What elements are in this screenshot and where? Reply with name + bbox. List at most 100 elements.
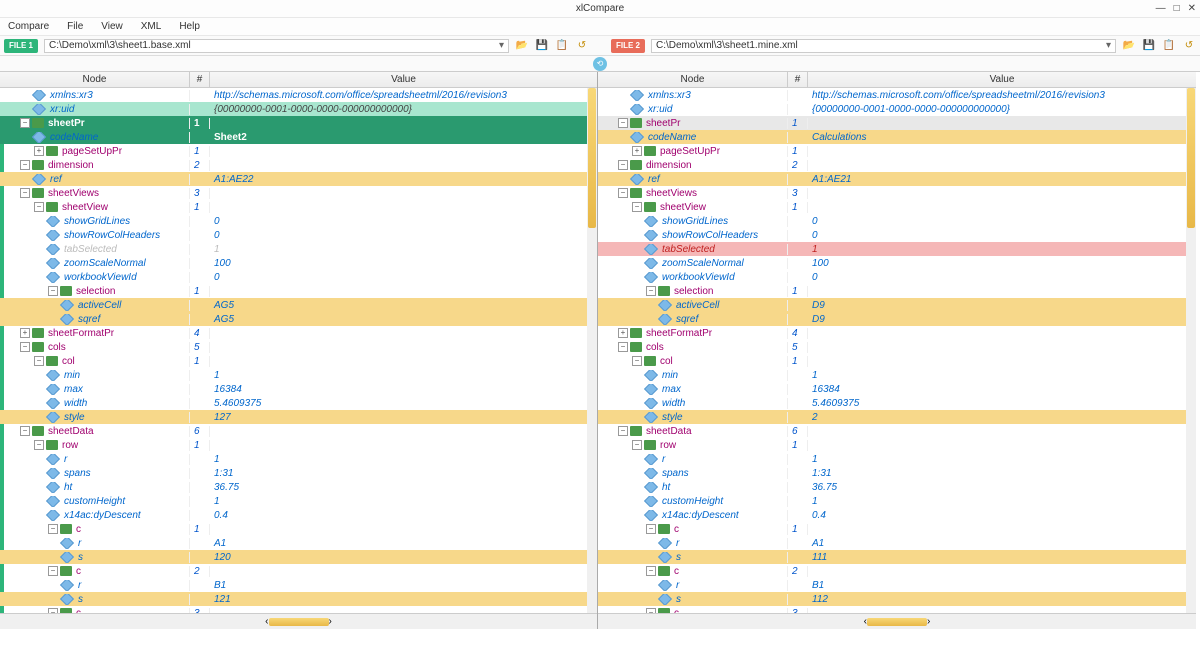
tree-row[interactable]: sheetData6 xyxy=(598,424,1196,438)
file1-path-input[interactable]: C:\Demo\xml\3\sheet1.base.xml ▾ xyxy=(44,39,509,53)
tree-row[interactable]: width5.4609375 xyxy=(0,396,597,410)
node-cell[interactable]: codeName xyxy=(0,132,190,143)
tree-row[interactable]: sheetFormatPr4 xyxy=(0,326,597,340)
tree-row[interactable]: rB1 xyxy=(598,578,1196,592)
node-cell[interactable]: sheetView xyxy=(598,202,788,213)
node-cell[interactable]: row xyxy=(598,440,788,451)
node-cell[interactable]: r xyxy=(0,580,190,591)
tree-row[interactable]: sheetView1 xyxy=(0,200,597,214)
node-cell[interactable]: max xyxy=(598,384,788,395)
node-cell[interactable]: sheetViews xyxy=(0,188,190,199)
tree-row[interactable]: r1 xyxy=(0,452,597,466)
node-cell[interactable]: sheetView xyxy=(0,202,190,213)
minimize-icon[interactable]: — xyxy=(1156,3,1166,14)
tree-row[interactable]: codeNameSheet2 xyxy=(0,130,597,144)
expander-icon[interactable] xyxy=(618,160,628,170)
tree-row[interactable]: x14ac:dyDescent0.4 xyxy=(0,508,597,522)
expander-icon[interactable] xyxy=(618,328,628,338)
node-cell[interactable]: c xyxy=(598,566,788,577)
node-cell[interactable]: showGridLines xyxy=(598,216,788,227)
tree-row[interactable]: sheetView1 xyxy=(598,200,1196,214)
node-cell[interactable]: activeCell xyxy=(0,300,190,311)
tree-row[interactable]: activeCellD9 xyxy=(598,298,1196,312)
expander-icon[interactable] xyxy=(632,202,642,212)
tree-row[interactable]: cols5 xyxy=(598,340,1196,354)
node-cell[interactable]: showRowColHeaders xyxy=(0,230,190,241)
node-cell[interactable]: dimension xyxy=(598,160,788,171)
tree-row[interactable]: min1 xyxy=(0,368,597,382)
expander-icon[interactable] xyxy=(646,566,656,576)
copy-icon[interactable]: 📋 xyxy=(1162,39,1176,53)
tree-row[interactable]: c3 xyxy=(0,606,597,613)
tree-row[interactable]: min1 xyxy=(598,368,1196,382)
node-cell[interactable]: sheetPr xyxy=(0,118,190,129)
tree-row[interactable]: max16384 xyxy=(0,382,597,396)
node-cell[interactable]: style xyxy=(598,412,788,423)
tree-row[interactable]: rA1 xyxy=(598,536,1196,550)
node-cell[interactable]: sheetPr xyxy=(598,118,788,129)
tree-row[interactable]: customHeight1 xyxy=(598,494,1196,508)
menu-compare[interactable]: Compare xyxy=(8,21,49,32)
tree-row[interactable]: spans1:31 xyxy=(598,466,1196,480)
tree-row[interactable]: style127 xyxy=(0,410,597,424)
expander-icon[interactable] xyxy=(618,342,628,352)
node-cell[interactable]: r xyxy=(598,580,788,591)
tree-row[interactable]: sheetPr1 xyxy=(0,116,597,130)
menu-help[interactable]: Help xyxy=(179,21,200,32)
node-cell[interactable]: zoomScaleNormal xyxy=(0,258,190,269)
node-cell[interactable]: sheetData xyxy=(0,426,190,437)
tree-row[interactable]: showRowColHeaders0 xyxy=(598,228,1196,242)
node-cell[interactable]: sqref xyxy=(0,314,190,325)
tree-row[interactable]: row1 xyxy=(0,438,597,452)
tree-row[interactable]: workbookViewId0 xyxy=(598,270,1196,284)
open-icon[interactable]: 📂 xyxy=(515,39,529,53)
node-cell[interactable]: sqref xyxy=(598,314,788,325)
tree-row[interactable]: showGridLines0 xyxy=(0,214,597,228)
tree-row[interactable]: ht36.75 xyxy=(598,480,1196,494)
tree-row[interactable]: tabSelected1 xyxy=(0,242,597,256)
tree-row[interactable]: pageSetUpPr1 xyxy=(598,144,1196,158)
node-cell[interactable]: activeCell xyxy=(598,300,788,311)
node-cell[interactable]: s xyxy=(598,552,788,563)
header-value[interactable]: Value xyxy=(808,72,1196,87)
node-cell[interactable]: max xyxy=(0,384,190,395)
file2-path-input[interactable]: C:\Demo\xml\3\sheet1.mine.xml ▾ xyxy=(651,39,1116,53)
tree-row[interactable]: customHeight1 xyxy=(0,494,597,508)
node-cell[interactable]: row xyxy=(0,440,190,451)
tree-row[interactable]: s112 xyxy=(598,592,1196,606)
node-cell[interactable]: width xyxy=(0,398,190,409)
tree-row[interactable]: col1 xyxy=(598,354,1196,368)
expander-icon[interactable] xyxy=(48,608,58,613)
tree-row[interactable]: xr:uid{00000000-0001-0000-0000-000000000… xyxy=(0,102,597,116)
tree-row[interactable]: col1 xyxy=(0,354,597,368)
node-cell[interactable]: sheetViews xyxy=(598,188,788,199)
tree-row[interactable]: c1 xyxy=(0,522,597,536)
revert-icon[interactable]: ↺ xyxy=(1182,39,1196,53)
tree-row[interactable]: sqrefD9 xyxy=(598,312,1196,326)
tree-row[interactable]: sheetViews3 xyxy=(0,186,597,200)
tree-row[interactable]: refA1:AE22 xyxy=(0,172,597,186)
maximize-icon[interactable]: □ xyxy=(1174,3,1180,14)
vscroll[interactable] xyxy=(587,88,597,613)
tree-row[interactable]: sheetViews3 xyxy=(598,186,1196,200)
node-cell[interactable]: c xyxy=(0,524,190,535)
header-node[interactable]: Node xyxy=(0,72,190,87)
tree-row[interactable]: showRowColHeaders0 xyxy=(0,228,597,242)
tree-row[interactable]: c3 xyxy=(598,606,1196,613)
node-cell[interactable]: r xyxy=(598,538,788,549)
node-cell[interactable]: ref xyxy=(0,174,190,185)
node-cell[interactable]: c xyxy=(0,566,190,577)
expander-icon[interactable] xyxy=(646,608,656,613)
node-cell[interactable]: s xyxy=(598,594,788,605)
node-cell[interactable]: xmlns:xr3 xyxy=(598,90,788,101)
node-cell[interactable]: pageSetUpPr xyxy=(598,146,788,157)
node-cell[interactable]: cols xyxy=(0,342,190,353)
header-hash[interactable]: # xyxy=(788,72,808,87)
expander-icon[interactable] xyxy=(34,440,44,450)
expander-icon[interactable] xyxy=(20,118,30,128)
tree-row[interactable]: showGridLines0 xyxy=(598,214,1196,228)
tree-row[interactable]: refA1:AE21 xyxy=(598,172,1196,186)
node-cell[interactable]: pageSetUpPr xyxy=(0,146,190,157)
tree-row[interactable]: cols5 xyxy=(0,340,597,354)
node-cell[interactable]: xr:uid xyxy=(598,104,788,115)
